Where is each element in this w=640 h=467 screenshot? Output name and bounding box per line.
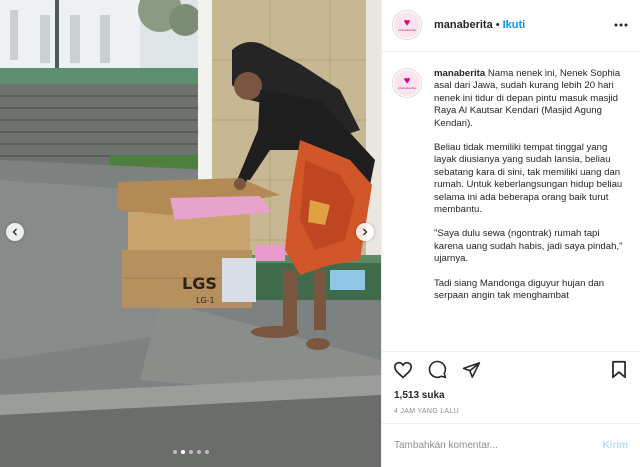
share-icon <box>462 361 480 378</box>
more-options-icon[interactable] <box>612 16 630 34</box>
caption-paragraph: "Saya dulu sewa (ngontrak) rumah tapi ka… <box>434 228 623 265</box>
like-button[interactable] <box>392 359 414 381</box>
header-separator: • <box>495 19 500 32</box>
comment-input[interactable] <box>394 440 603 452</box>
caption-area: ♥ manaberita manaberita Nama nenek ini, … <box>382 52 640 351</box>
post-comment-button[interactable]: Kirim <box>602 440 628 451</box>
carousel-dot <box>196 450 201 454</box>
carousel-dot <box>204 450 209 454</box>
photo-scene: LGS LG-1 <box>0 0 381 467</box>
box-print-sub: LG-1 <box>196 296 215 305</box>
box-print: LGS <box>182 274 217 293</box>
chevron-right-icon <box>363 228 368 236</box>
heart-logo-icon: ♥ manaberita <box>394 12 420 39</box>
avatar[interactable]: ♥ manaberita <box>392 10 422 41</box>
post-header: ♥ manaberita manaberita • Ikuti <box>382 0 640 52</box>
carousel-dot-active <box>180 450 185 454</box>
chevron-left-icon <box>12 228 17 236</box>
post-side-panel: ♥ manaberita manaberita • Ikuti ♥ manabe… <box>381 0 640 467</box>
carousel-indicator <box>0 450 381 454</box>
post-photo[interactable]: LGS LG-1 <box>0 0 381 467</box>
caption-paragraph: Tadi siang Mandonga diguyur hujan dan se… <box>434 277 605 301</box>
carousel-dot <box>172 450 177 454</box>
carousel-next-button[interactable] <box>356 223 374 241</box>
post-timestamp[interactable]: 4 JAM YANG LALU <box>382 405 640 423</box>
comment-button[interactable] <box>426 359 448 381</box>
carousel-prev-button[interactable] <box>6 223 24 241</box>
share-button[interactable] <box>460 359 482 381</box>
heart-outline-icon <box>393 361 413 379</box>
caption-username[interactable]: manaberita <box>434 68 485 79</box>
caption-paragraph: Beliau tidak memiliki tempat tinggal yan… <box>434 141 623 215</box>
caption-text: manaberita Nama nenek ini, Nenek Sophia … <box>434 68 628 351</box>
action-bar <box>382 351 640 387</box>
header-username[interactable]: manaberita <box>434 19 493 31</box>
caption-avatar[interactable]: ♥ manaberita <box>392 67 422 98</box>
heart-logo-icon: ♥ manaberita <box>394 69 420 96</box>
save-button[interactable] <box>608 359 630 381</box>
follow-button[interactable]: Ikuti <box>503 19 526 31</box>
bookmark-icon <box>612 361 626 379</box>
carousel-dot <box>188 450 193 454</box>
like-count[interactable]: 1,513 suka <box>382 387 640 405</box>
comment-icon <box>428 360 446 379</box>
comment-box: Kirim <box>382 423 640 467</box>
instagram-post: LGS LG-1 ♥ manaberita manaberita • Ikuti… <box>0 0 640 467</box>
